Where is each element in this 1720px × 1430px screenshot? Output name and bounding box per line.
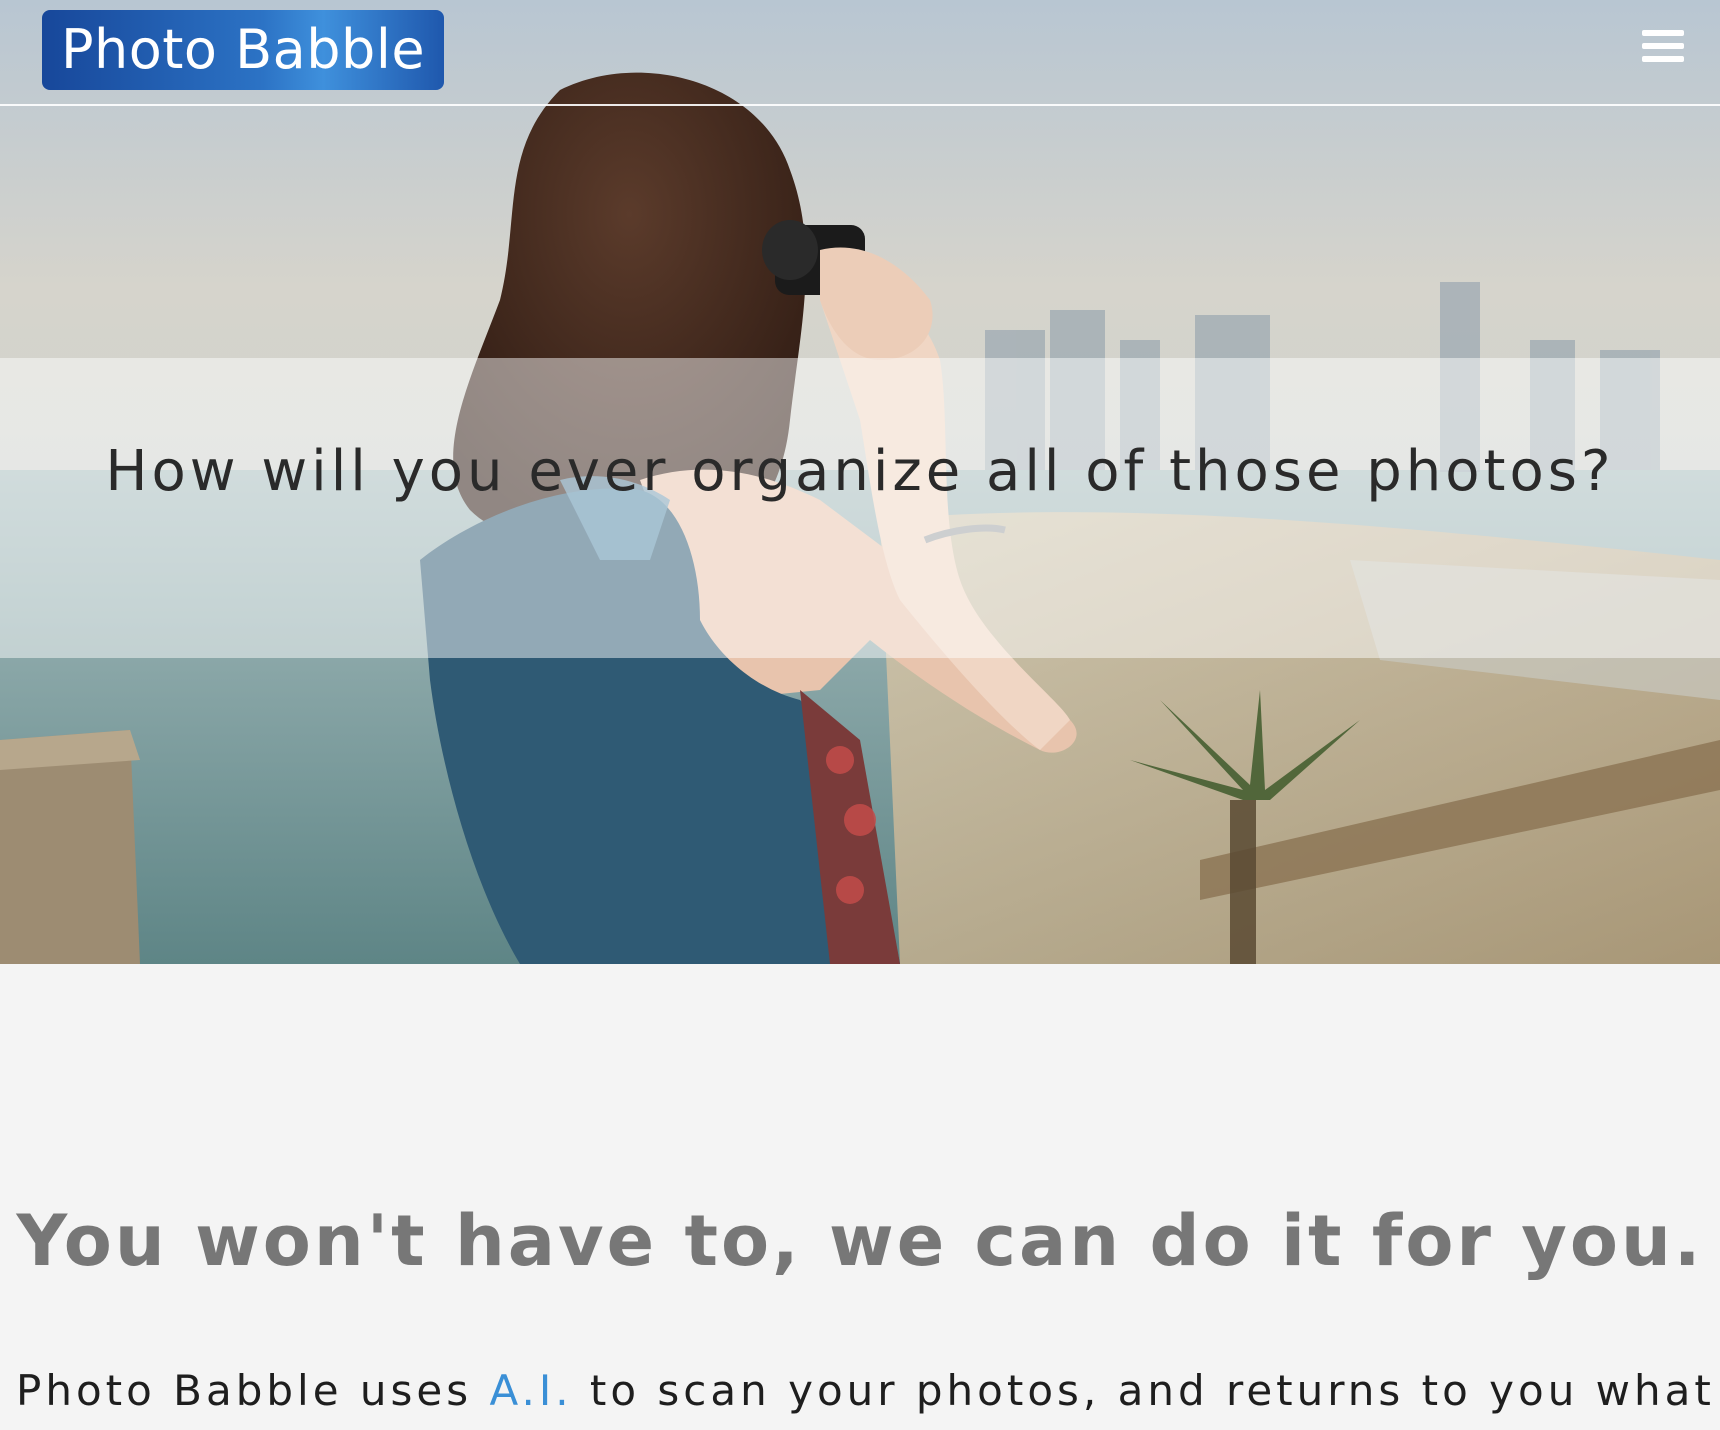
hero-section: Photo Babble How will you ever organize … xyxy=(0,0,1720,964)
menu-bar-bottom xyxy=(1642,56,1684,62)
hero-tagline-band: How will you ever organize all of those … xyxy=(0,358,1720,658)
brand-logo-link[interactable]: Photo Babble xyxy=(42,10,444,90)
menu-bar-top xyxy=(1642,30,1684,36)
hamburger-menu-icon[interactable] xyxy=(1642,30,1686,66)
intro-paragraph: Photo Babble uses A.I. to scan your phot… xyxy=(16,1366,1716,1415)
intro-text-start: Photo Babble uses xyxy=(16,1366,490,1415)
section-headline: You won't have to, we can do it for you. xyxy=(16,1200,1704,1282)
top-navbar: Photo Babble xyxy=(0,0,1720,106)
hero-tagline: How will you ever organize all of those … xyxy=(105,439,1615,504)
intro-text-end: to scan your photos, and returns to you … xyxy=(572,1366,1715,1415)
page: Photo Babble How will you ever organize … xyxy=(0,0,1720,1430)
menu-bar-middle xyxy=(1642,43,1684,49)
ai-link[interactable]: A.I. xyxy=(489,1366,572,1415)
